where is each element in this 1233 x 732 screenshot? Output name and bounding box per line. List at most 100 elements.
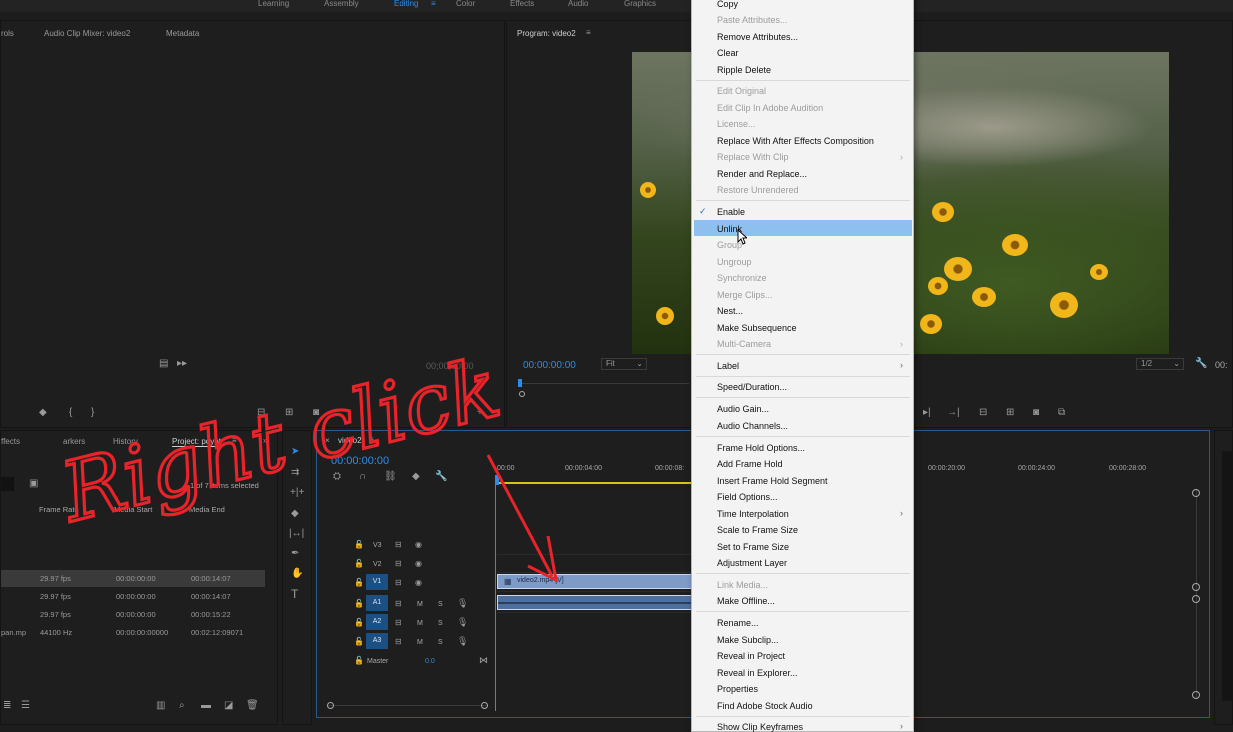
sync-lock-icon[interactable]: ⊟: [395, 540, 402, 550]
workspace-effects[interactable]: Effects: [510, 0, 534, 8]
compare-icon[interactable]: ⧉: [1058, 408, 1065, 418]
menu-item-scale-to-frame[interactable]: Scale to Frame Size: [717, 525, 798, 535]
menu-item-replace-ae-comp[interactable]: Replace With After Effects Composition: [717, 136, 874, 146]
workspace-audio[interactable]: Audio: [568, 0, 588, 8]
menu-item-properties[interactable]: Properties: [717, 684, 758, 694]
slip-tool-icon[interactable]: |↔|: [289, 529, 304, 539]
project-menu-icon[interactable]: ≡: [232, 436, 237, 445]
menu-item-make-subsequence[interactable]: Make Subsequence: [717, 323, 797, 333]
add-marker-icon[interactable]: ◆: [39, 408, 47, 418]
resolution-select[interactable]: 1/2 ⌄: [1136, 358, 1184, 370]
overwrite-icon[interactable]: ⊞: [285, 408, 293, 418]
mute-button[interactable]: M: [417, 601, 423, 608]
workspace-learning[interactable]: Learning: [258, 0, 289, 8]
menu-item-nest[interactable]: Nest...: [717, 306, 743, 316]
lock-icon[interactable]: 🔓: [354, 618, 364, 628]
eye-icon[interactable]: ◉: [415, 578, 422, 588]
eye-icon[interactable]: ◉: [415, 540, 422, 550]
menu-item-field-options[interactable]: Field Options...: [717, 492, 778, 502]
menu-item-label[interactable]: Label: [717, 361, 739, 371]
audio-clip[interactable]: [497, 595, 696, 610]
mark-out-icon[interactable]: }: [91, 408, 94, 418]
table-row[interactable]: 29.97 fps 00:00:00:00 00:00:14:07: [1, 570, 265, 587]
timeline-hscroll-bar[interactable]: [327, 705, 487, 706]
timeline-menu-icon[interactable]: ≡: [369, 435, 374, 444]
camera-icon[interactable]: ◙: [1033, 408, 1039, 418]
menu-item-render-replace[interactable]: Render and Replace...: [717, 169, 807, 179]
track-target-v1[interactable]: V1: [366, 574, 388, 590]
solo-button[interactable]: S: [438, 601, 443, 608]
zoom-handle[interactable]: [519, 391, 525, 397]
panel-overflow-icon[interactable]: »: [263, 436, 267, 445]
program-playhead[interactable]: [518, 379, 522, 387]
mute-button[interactable]: M: [417, 639, 423, 646]
program-title[interactable]: Program: video2: [517, 29, 576, 38]
extract-icon[interactable]: ⊞: [1006, 408, 1014, 418]
tab-effects[interactable]: ffects: [1, 437, 20, 446]
vscroll-handle[interactable]: [1192, 595, 1200, 603]
workspace-assembly[interactable]: Assembly: [324, 0, 359, 8]
eye-icon[interactable]: ◉: [415, 559, 422, 569]
column-media-start[interactable]: Media Start: [114, 505, 152, 514]
selection-tool-icon[interactable]: ➤: [291, 447, 299, 457]
menu-item-remove-attributes[interactable]: Remove Attributes...: [717, 32, 798, 42]
master-volume[interactable]: 0.0: [425, 658, 435, 665]
table-row[interactable]: 29.97 fps 00:00:00:00 00:00:15:22: [1, 606, 265, 623]
menu-item-show-clip-keyframes[interactable]: Show Clip Keyframes: [717, 722, 803, 732]
tab-markers[interactable]: arkers: [63, 437, 85, 446]
new-bin-from-search-icon[interactable]: ▣: [29, 479, 38, 489]
hand-tool-icon[interactable]: ✋: [291, 569, 303, 579]
column-media-end[interactable]: Media End: [189, 505, 225, 514]
track-label-v3[interactable]: V3: [373, 542, 382, 549]
program-timecode[interactable]: 00:00:00:00: [523, 360, 576, 371]
sync-lock-icon[interactable]: ⊟: [395, 637, 402, 647]
add-marker-icon[interactable]: ◆: [412, 472, 420, 482]
sync-lock-icon[interactable]: ⊟: [395, 618, 402, 628]
sort-icon[interactable]: ☰: [21, 701, 30, 711]
new-item-icon[interactable]: ◪: [224, 701, 233, 711]
pen-tool-icon[interactable]: ✒: [291, 549, 299, 559]
column-frame-rate[interactable]: Frame Rate: [39, 505, 79, 514]
master-end-icon[interactable]: ⋈: [479, 655, 488, 666]
vscroll-handle[interactable]: [1192, 583, 1200, 591]
playhead[interactable]: [495, 475, 499, 485]
tab-effect-controls[interactable]: rols: [1, 29, 14, 38]
microphone-icon[interactable]: 🎙: [457, 617, 468, 627]
menu-item-insert-frame-hold[interactable]: Insert Frame Hold Segment: [717, 476, 828, 486]
tab-audio-clip-mixer[interactable]: Audio Clip Mixer: video2: [44, 29, 130, 38]
microphone-icon[interactable]: 🎙: [457, 636, 468, 646]
trash-icon[interactable]: 🗑: [246, 701, 259, 711]
workspace-menu-icon[interactable]: ≡: [431, 0, 436, 8]
solo-button[interactable]: S: [438, 620, 443, 627]
timeline-timecode[interactable]: 00:00:00:00: [331, 455, 389, 467]
lift-icon[interactable]: ⊟: [979, 408, 987, 418]
ripple-edit-tool-icon[interactable]: +|+: [290, 488, 304, 498]
source-settings-icon[interactable]: ▤: [159, 359, 168, 369]
workspace-graphics[interactable]: Graphics: [624, 0, 656, 8]
menu-item-clear[interactable]: Clear: [717, 48, 739, 58]
menu-item-time-interpolation[interactable]: Time Interpolation: [717, 509, 789, 519]
timeline-settings-icon[interactable]: 🔧: [435, 472, 447, 482]
table-row[interactable]: pan.mp 44100 Hz 00:00:00:00000 00:02:12:…: [1, 624, 265, 641]
tab-metadata[interactable]: Metadata: [166, 29, 199, 38]
microphone-icon[interactable]: 🎙: [457, 598, 468, 608]
menu-item-find-stock-audio[interactable]: Find Adobe Stock Audio: [717, 701, 813, 711]
menu-item-set-to-frame[interactable]: Set to Frame Size: [717, 542, 789, 552]
workspace-editing[interactable]: Editing: [394, 0, 418, 8]
menu-item-speed-duration[interactable]: Speed/Duration...: [717, 382, 787, 392]
sort-ascending-icon[interactable]: ︿: [87, 504, 95, 515]
fit-select[interactable]: Fit ⌄: [601, 358, 647, 370]
sync-lock-icon[interactable]: ⊟: [395, 599, 402, 609]
lock-icon[interactable]: 🔓: [354, 540, 364, 550]
linked-selection-icon[interactable]: ⛓: [384, 472, 397, 482]
vscroll-handle[interactable]: [1192, 489, 1200, 497]
work-area-bar[interactable]: [495, 482, 693, 484]
scroll-handle-right[interactable]: [481, 702, 488, 709]
lock-icon[interactable]: 🔓: [354, 559, 364, 569]
solo-button[interactable]: S: [438, 639, 443, 646]
menu-item-enable[interactable]: Enable: [717, 207, 745, 217]
sync-lock-icon[interactable]: ⊟: [395, 559, 402, 569]
timeline-tab[interactable]: video2: [338, 436, 362, 445]
lock-icon[interactable]: 🔓: [354, 656, 364, 666]
tab-project[interactable]: Project: poyot: [172, 437, 221, 447]
